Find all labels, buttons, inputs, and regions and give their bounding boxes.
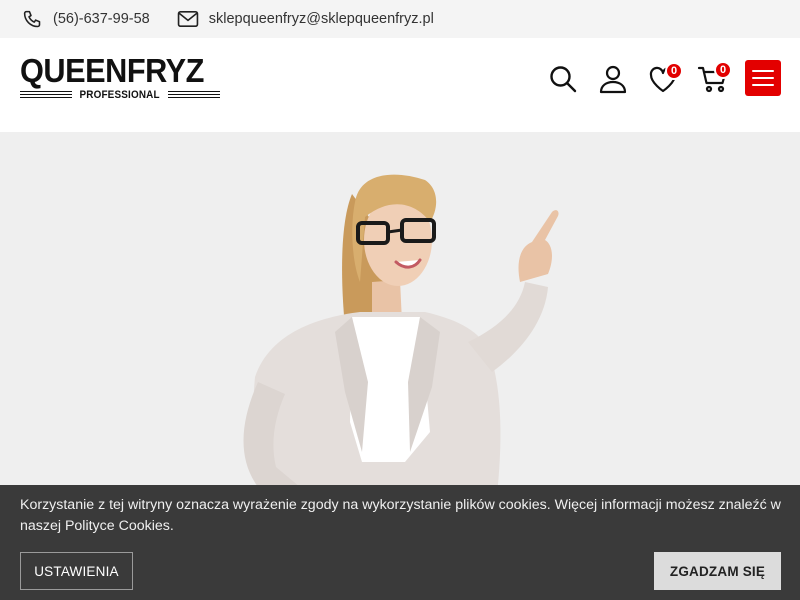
account-button[interactable] <box>596 62 630 96</box>
phone-icon <box>23 10 41 27</box>
phone-number[interactable]: (56)-637-99-58 <box>53 11 150 27</box>
phone-contact[interactable]: (56)-637-99-58 <box>22 9 150 30</box>
search-icon <box>550 66 577 93</box>
hamburger-line <box>752 77 774 79</box>
logo-wordmark: QUEENFRYZ <box>20 52 204 89</box>
user-icon <box>599 65 627 94</box>
site-logo[interactable]: QUEENFRYZ PROFESSIONAL <box>20 54 220 102</box>
cookie-settings-button[interactable]: USTAWIENIA <box>20 552 133 590</box>
cookie-consent-bar: Korzystanie z tej witryny oznacza wyraże… <box>0 485 800 600</box>
hamburger-line <box>752 70 774 72</box>
logo-lines-right <box>168 91 220 98</box>
search-button[interactable] <box>546 62 580 96</box>
logo-subtitle: PROFESSIONAL <box>79 88 161 101</box>
logo-lines-left <box>20 91 72 98</box>
hamburger-line <box>752 84 774 86</box>
menu-button[interactable] <box>745 60 781 96</box>
cookie-message: Korzystanie z tej witryny oznacza wyraże… <box>20 497 781 534</box>
contact-bar: (56)-637-99-58 sklepqueenfryz@sklepqueen… <box>0 0 800 38</box>
email-address[interactable]: sklepqueenfryz@sklepqueenfryz.pl <box>209 11 434 27</box>
site-header: QUEENFRYZ PROFESSIONAL 0 0 <box>0 38 800 132</box>
cart-button[interactable]: 0 <box>696 61 732 96</box>
cookie-accept-button[interactable]: ZGADZAM SIĘ <box>654 552 781 590</box>
cart-count-badge: 0 <box>714 61 732 79</box>
logo-subline: PROFESSIONAL <box>20 88 220 101</box>
email-contact[interactable]: sklepqueenfryz@sklepqueenfryz.pl <box>177 10 434 28</box>
wishlist-button[interactable]: 0 <box>646 62 683 96</box>
mail-icon <box>177 10 198 28</box>
wishlist-count-badge: 0 <box>665 62 683 80</box>
